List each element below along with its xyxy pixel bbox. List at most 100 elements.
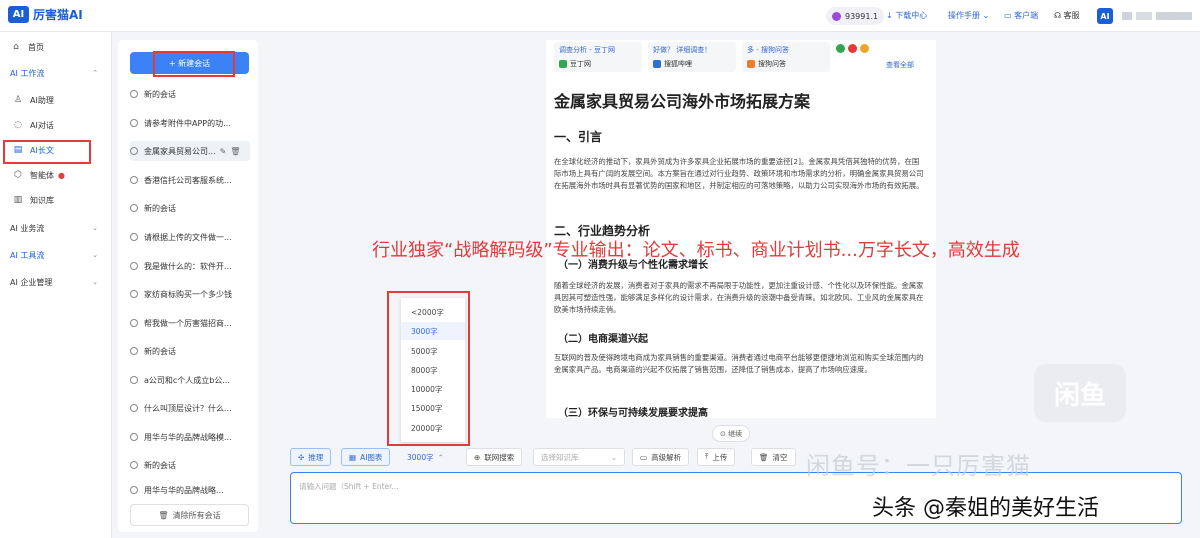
client-label: 客户端 — [1014, 11, 1039, 20]
site-icon — [653, 60, 661, 68]
chat-bubble-icon — [130, 461, 138, 469]
nav-label: 知识库 — [30, 195, 54, 205]
ai-chart-toggle[interactable]: ▦ AI图表 — [341, 448, 391, 466]
conversation-item[interactable]: 帮我做一个厉害猫招商... — [130, 313, 250, 333]
source-card[interactable]: 好做？ 详细调查！ 搜狐哔哩 — [648, 42, 736, 72]
nav-section-ai-enterprise[interactable]: AI 企业管理 ⌄ — [0, 271, 112, 293]
web-search-toggle[interactable]: ⊕ 联网搜索 — [466, 448, 523, 466]
section-label: AI 业务流 — [10, 223, 45, 233]
conversation-title: 请根据上传的文件做一... — [144, 232, 232, 242]
source-site: 豆丁网 — [570, 60, 591, 68]
clear-button[interactable]: 🗑 清空 — [751, 448, 796, 466]
site-icon — [848, 44, 857, 53]
chevron-down-icon: ⌄ — [92, 224, 98, 232]
conversation-item[interactable]: 香港信托公司客服系统... — [130, 170, 250, 190]
nav-home[interactable]: ⌂ 首页 — [0, 36, 112, 58]
trash-icon[interactable]: 🗑 — [230, 147, 240, 156]
edit-icon[interactable]: ✎ — [220, 147, 227, 156]
conversation-item[interactable]: 用华与华的品牌战略模... — [130, 427, 250, 447]
nav-section-ai-workflow[interactable]: AI 工作流 ⌃ — [0, 62, 112, 84]
blurred-username — [1122, 12, 1192, 20]
chevron-down-icon: ⌄ — [92, 278, 98, 286]
manual-dropdown[interactable]: 操作手册 ⌄ — [948, 10, 989, 21]
nav-ai-assistant[interactable]: ♙ AI助理 — [0, 89, 112, 111]
conversation-title: 新的会话 — [144, 460, 176, 470]
chat-bubble-icon — [130, 404, 138, 412]
reasoning-toggle[interactable]: ✣ 推理 — [290, 448, 332, 466]
conversation-title: 用华与华的品牌战略... — [144, 485, 224, 495]
user-avatar[interactable]: AI — [1097, 8, 1113, 24]
clear-label: 清除所有会话 — [172, 510, 221, 520]
tool-label: 3000字 — [407, 452, 434, 462]
chat-bubble-icon — [130, 290, 138, 298]
chevron-down-icon: ⌄ — [92, 251, 98, 259]
nav-knowledge-base[interactable]: ▥ 知识库 — [0, 189, 112, 211]
conversation-item[interactable]: 用华与华的品牌战略... — [130, 484, 250, 496]
conversation-item[interactable]: 家纺商标购买一个多少钱 — [130, 284, 250, 304]
customer-service-link[interactable]: ☊ 客服 — [1054, 10, 1080, 21]
monitor-icon: ▭ — [1004, 11, 1015, 20]
conversation-item[interactable]: 请参考附件中APP的功... — [130, 113, 250, 133]
nav-section-ai-tools[interactable]: AI 工具流 ⌄ — [0, 244, 112, 266]
chevron-up-icon: ⌃ — [92, 69, 98, 77]
nav-agent[interactable]: ⬡ 智能体 ● — [0, 164, 112, 186]
tool-label: 上传 — [712, 452, 728, 462]
conversation-item[interactable]: 新的会话 — [130, 455, 250, 475]
conversation-item[interactable]: a公司和c个人成立b公... — [130, 370, 250, 390]
trash-icon: 🗑 — [158, 510, 169, 520]
paragraph: 随着全球经济的发展，消费者对于家具的需求不再局限于功能性，更加注重设计感、个性化… — [554, 281, 924, 314]
service-label: 客服 — [1063, 11, 1080, 20]
conversation-title: 用华与华的品牌战略模... — [144, 432, 232, 442]
client-link[interactable]: ▭ 客户端 — [1004, 10, 1038, 21]
conversation-item[interactable]: 我是做什么的：软件开... — [130, 256, 250, 276]
upload-button[interactable]: ⤒ 上传 — [697, 448, 736, 466]
top-bar: AI 厉害猫AI 93991.1 ↓ 下载中心 操作手册 ⌄ ▭ 客户端 ☊ 客… — [0, 0, 1200, 32]
source-card[interactable]: 调查分析 - 豆丁网 豆丁网 — [554, 42, 642, 72]
home-icon: ⌂ — [13, 42, 19, 52]
clear-all-conversations-button[interactable]: 🗑 清除所有会话 — [130, 504, 249, 526]
chat-bubble-icon — [130, 204, 138, 212]
highlight-box-new-conversation — [153, 51, 235, 77]
conversation-title: 香港信托公司客服系统... — [144, 175, 232, 185]
conversation-title: 新的会话 — [144, 89, 176, 99]
section-heading: 一、引言 — [554, 130, 603, 144]
conversation-item[interactable]: 什么叫顶层设计？什么... — [130, 398, 250, 418]
hot-badge-icon: ● — [58, 170, 65, 180]
knowledge-base-select[interactable]: 选择知识库 ⌄ — [533, 448, 625, 466]
book-icon: ▥ — [13, 195, 23, 205]
globe-icon: ⊕ — [474, 452, 481, 462]
highlight-box-longtext — [3, 140, 91, 164]
chevron-up-icon: ⌃ — [437, 452, 444, 462]
wordcount-select[interactable]: 3000字 ⌃ — [400, 448, 451, 466]
section-label: AI 工具流 — [10, 250, 45, 260]
upload-icon: ⤒ — [705, 452, 709, 461]
conversation-item[interactable]: 新的会话 — [130, 341, 250, 361]
nav-ai-chat[interactable]: ◌ AI对话 — [0, 114, 112, 136]
tool-label: 清空 — [772, 452, 788, 462]
continue-button[interactable]: ⊙ 继续 — [712, 425, 751, 442]
conversation-title: 什么叫顶层设计？什么... — [144, 403, 232, 413]
tool-label: AI图表 — [360, 452, 383, 462]
conversation-item[interactable]: 新的会话 — [130, 84, 250, 104]
conversation-item[interactable]: 新的会话 — [130, 198, 250, 218]
download-center-link[interactable]: ↓ 下载中心 — [886, 10, 927, 21]
app-logo[interactable]: AI 厉害猫AI — [8, 6, 83, 23]
select-placeholder: 选择知识库 — [541, 452, 579, 462]
conversation-title: 请参考附件中APP的功... — [144, 118, 231, 128]
cube-icon: ⬡ — [14, 170, 22, 180]
source-site: 搜狗问答 — [758, 60, 786, 68]
credits-badge[interactable]: 93991.1 — [826, 7, 885, 25]
nav-home-label: 首页 — [28, 42, 44, 52]
nav-section-ai-business[interactable]: AI 业务流 ⌄ — [0, 217, 112, 239]
view-all-sources-link[interactable]: 查看全部 — [886, 60, 914, 70]
chat-bubble-icon — [130, 262, 138, 270]
advanced-parse-button[interactable]: ▭ 高级解析 — [632, 448, 690, 466]
conversation-item-selected[interactable]: 金属家具贸易公司... ✎ 🗑 — [130, 141, 250, 161]
folder-icon: ▭ — [640, 452, 648, 462]
tool-label: 高级解析 — [651, 452, 682, 462]
conversation-item[interactable]: 请根据上传的文件做一... — [130, 227, 250, 247]
app-name: 厉害猫AI — [33, 8, 83, 22]
seller-watermark: 闲鱼号：一只厉害猫 — [806, 452, 1031, 480]
source-card[interactable]: 多 - 搜狗问答 搜狗问答 — [742, 42, 830, 72]
document-title: 金属家具贸易公司海外市场拓展方案 — [554, 92, 811, 111]
